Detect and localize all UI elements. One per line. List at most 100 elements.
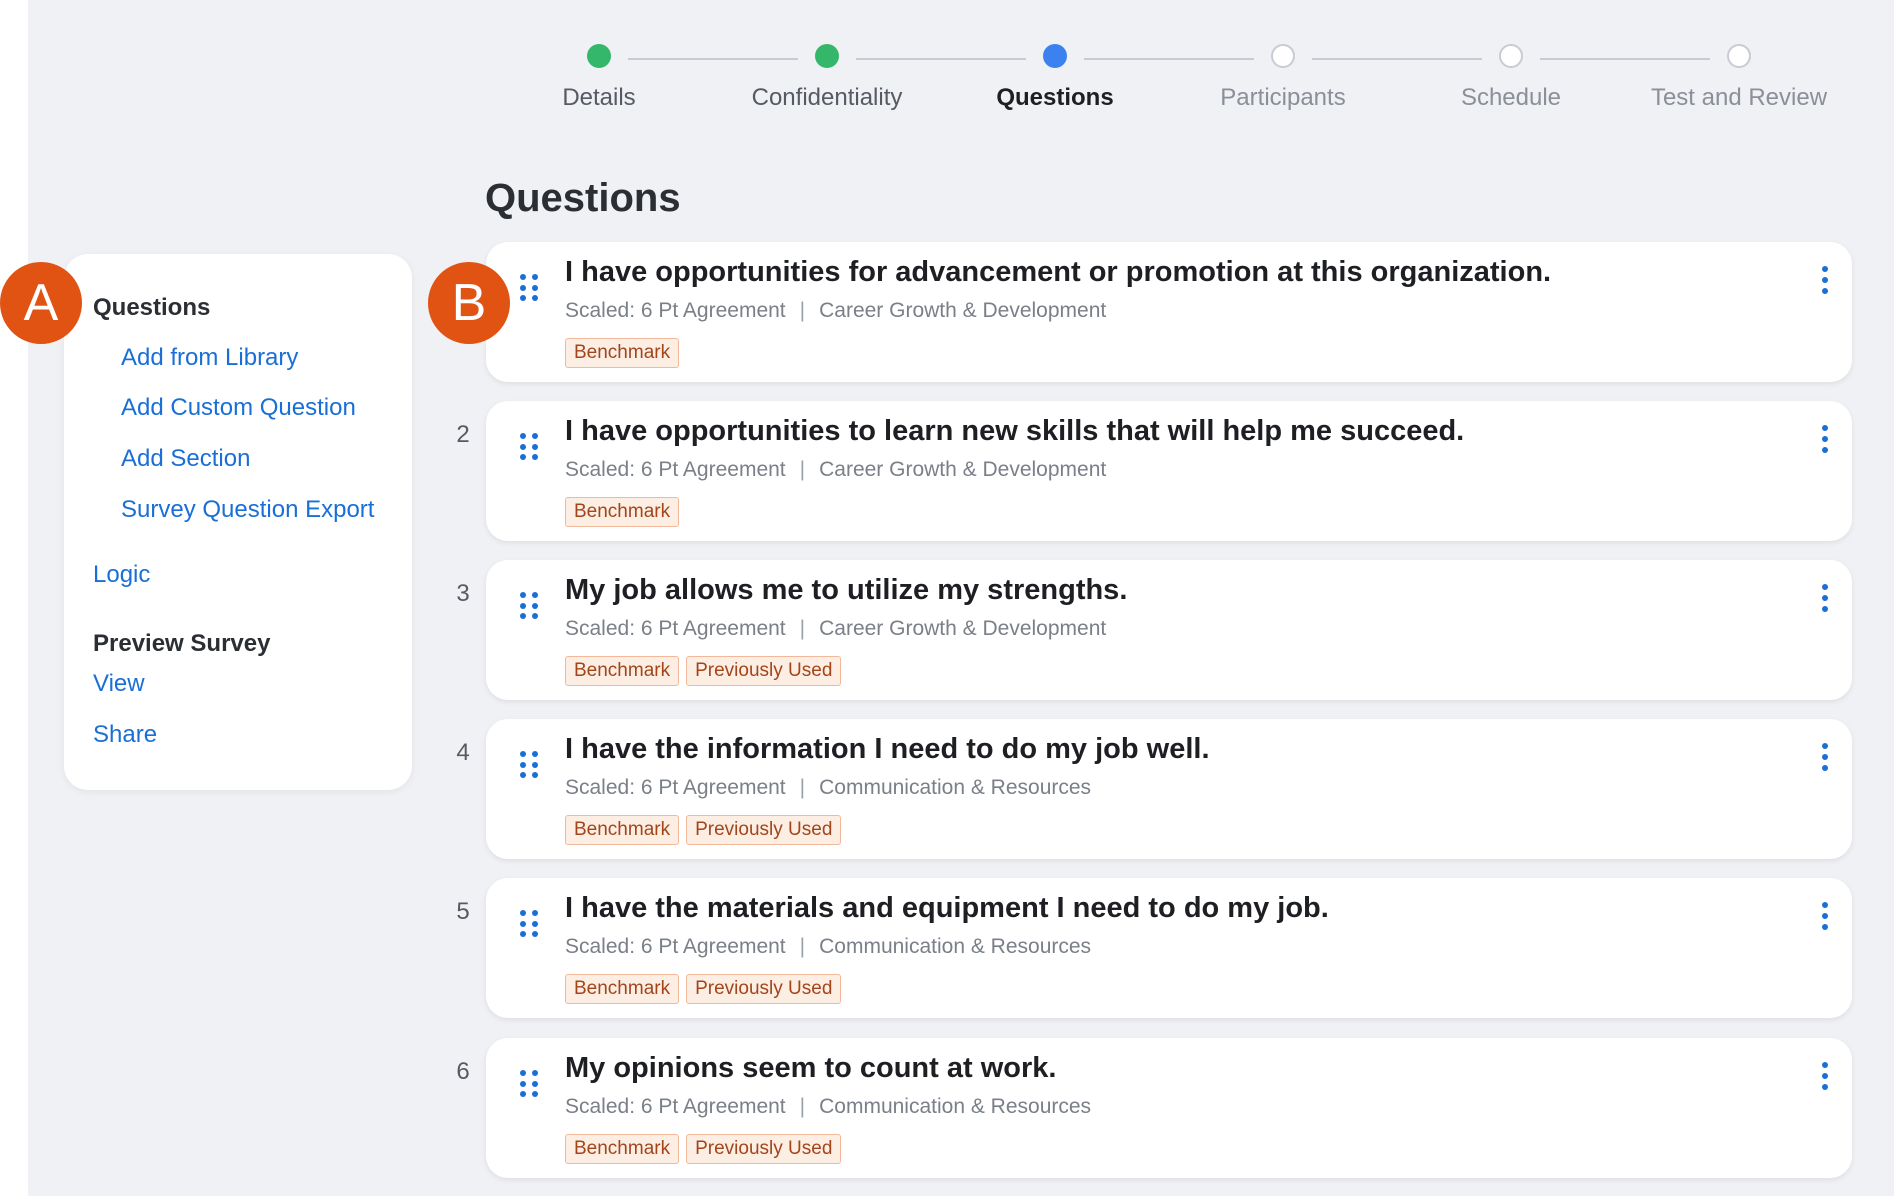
question-card[interactable]: My job allows me to utilize my strengths… (486, 560, 1852, 700)
question-category: Career Growth & Development (819, 617, 1107, 640)
question-tags: Benchmark Previously Used (565, 815, 842, 845)
drag-handle-icon[interactable] (520, 910, 540, 938)
page-title: Questions (485, 176, 681, 220)
question-number: 3 (456, 580, 470, 607)
step-connector (628, 58, 798, 60)
tag-badge: Previously Used (686, 656, 842, 686)
callout-badge-b: B (428, 262, 510, 344)
tag-badge: Benchmark (565, 1134, 680, 1164)
question-category: Career Growth & Development (819, 458, 1107, 481)
add-custom-question-link[interactable]: Add Custom Question (121, 394, 356, 422)
meta-separator: | (799, 935, 806, 958)
question-text: My job allows me to utilize my strengths… (565, 574, 1128, 606)
question-text: I have the materials and equipment I nee… (565, 892, 1329, 924)
drag-handle-icon[interactable] (520, 274, 540, 302)
callout-badge-a: A (0, 262, 82, 344)
meta-separator: | (799, 299, 806, 322)
question-category: Communication & Resources (819, 935, 1092, 958)
step-connector (1540, 58, 1710, 60)
step-label-confidentiality[interactable]: Confidentiality (717, 84, 937, 112)
question-text: I have the information I need to do my j… (565, 733, 1210, 765)
question-type: Scaled: 6 Pt Agreement (565, 776, 786, 799)
drag-handle-icon[interactable] (520, 751, 540, 779)
question-type: Scaled: 6 Pt Agreement (565, 935, 786, 958)
add-section-link[interactable]: Add Section (121, 445, 250, 473)
share-link[interactable]: Share (93, 721, 157, 749)
logic-link[interactable]: Logic (93, 561, 150, 589)
sidebar-panel: Questions Add from Library Add Custom Qu… (64, 254, 412, 790)
step-label-details[interactable]: Details (489, 84, 709, 112)
step-dot-test-and-review[interactable] (1727, 44, 1751, 68)
question-tags: Benchmark Previously Used (565, 1134, 842, 1164)
progress-stepper: Details Confidentiality Questions Partic… (0, 0, 1894, 130)
question-text: I have opportunities to learn new skills… (565, 415, 1465, 447)
meta-separator: | (799, 776, 806, 799)
step-label-questions[interactable]: Questions (945, 84, 1165, 112)
question-meta: Scaled: 6 Pt Agreement | Communication & R… (565, 935, 1091, 959)
drag-handle-icon[interactable] (520, 433, 540, 461)
question-category: Communication & Resources (819, 776, 1092, 799)
question-type: Scaled: 6 Pt Agreement (565, 1095, 786, 1118)
question-type: Scaled: 6 Pt Agreement (565, 299, 786, 322)
question-type: Scaled: 6 Pt Agreement (565, 458, 786, 481)
meta-separator: | (799, 458, 806, 481)
tag-badge: Previously Used (686, 815, 842, 845)
step-dot-confidentiality[interactable] (815, 44, 839, 68)
more-options-icon[interactable] (1822, 266, 1830, 294)
step-connector (1084, 58, 1254, 60)
step-dot-schedule[interactable] (1499, 44, 1523, 68)
more-options-icon[interactable] (1822, 1062, 1830, 1090)
question-meta: Scaled: 6 Pt Agreement | Communication & R… (565, 776, 1091, 800)
tag-badge: Benchmark (565, 338, 680, 368)
meta-separator: | (799, 1095, 806, 1118)
more-options-icon[interactable] (1822, 425, 1830, 453)
question-tags: Benchmark (565, 497, 680, 527)
tag-badge: Benchmark (565, 815, 680, 845)
question-tags: Benchmark Previously Used (565, 974, 842, 1004)
drag-handle-icon[interactable] (520, 1070, 540, 1098)
tag-badge: Benchmark (565, 974, 680, 1004)
question-tags: Benchmark Previously Used (565, 656, 842, 686)
question-tags: Benchmark (565, 338, 680, 368)
question-card[interactable]: I have opportunities for advancement or … (486, 242, 1852, 382)
question-number: 4 (456, 739, 470, 766)
question-number: 5 (456, 898, 470, 925)
step-dot-questions[interactable] (1043, 44, 1067, 68)
preview-survey-heading: Preview Survey (93, 630, 271, 657)
step-label-test-and-review[interactable]: Test and Review (1629, 84, 1849, 112)
question-text: I have opportunities for advancement or … (565, 256, 1552, 288)
step-connector (856, 58, 1026, 60)
step-connector (1312, 58, 1482, 60)
question-category: Communication & Resources (819, 1095, 1092, 1118)
question-card[interactable]: I have opportunities to learn new skills… (486, 401, 1852, 541)
add-from-library-link[interactable]: Add from Library (121, 344, 298, 372)
tag-badge: Benchmark (565, 656, 680, 686)
tag-badge: Previously Used (686, 974, 842, 1004)
tag-badge: Previously Used (686, 1134, 842, 1164)
more-options-icon[interactable] (1822, 743, 1830, 771)
question-number: 2 (456, 421, 470, 448)
question-text: My opinions seem to count at work. (565, 1052, 1057, 1084)
tag-badge: Benchmark (565, 497, 680, 527)
question-meta: Scaled: 6 Pt Agreement | Career Growth & D… (565, 458, 1106, 482)
question-meta: Scaled: 6 Pt Agreement | Career Growth & D… (565, 299, 1106, 323)
question-card[interactable]: I have the information I need to do my j… (486, 719, 1852, 859)
drag-handle-icon[interactable] (520, 592, 540, 620)
question-meta: Scaled: 6 Pt Agreement | Career Growth & D… (565, 617, 1106, 641)
meta-separator: | (799, 617, 806, 640)
step-label-schedule[interactable]: Schedule (1401, 84, 1621, 112)
sidebar-questions-heading: Questions (93, 294, 211, 321)
question-card[interactable]: My opinions seem to count at work. Scaled… (486, 1038, 1852, 1178)
more-options-icon[interactable] (1822, 584, 1830, 612)
step-dot-participants[interactable] (1271, 44, 1295, 68)
view-link[interactable]: View (93, 670, 145, 698)
question-meta: Scaled: 6 Pt Agreement | Communication & R… (565, 1095, 1091, 1119)
step-label-participants[interactable]: Participants (1173, 84, 1393, 112)
question-number: 6 (456, 1058, 470, 1085)
survey-question-export-link[interactable]: Survey Question Export (121, 496, 374, 524)
question-category: Career Growth & Development (819, 299, 1107, 322)
question-card[interactable]: I have the materials and equipment I nee… (486, 878, 1852, 1018)
more-options-icon[interactable] (1822, 902, 1830, 930)
step-dot-details[interactable] (587, 44, 611, 68)
question-type: Scaled: 6 Pt Agreement (565, 617, 786, 640)
